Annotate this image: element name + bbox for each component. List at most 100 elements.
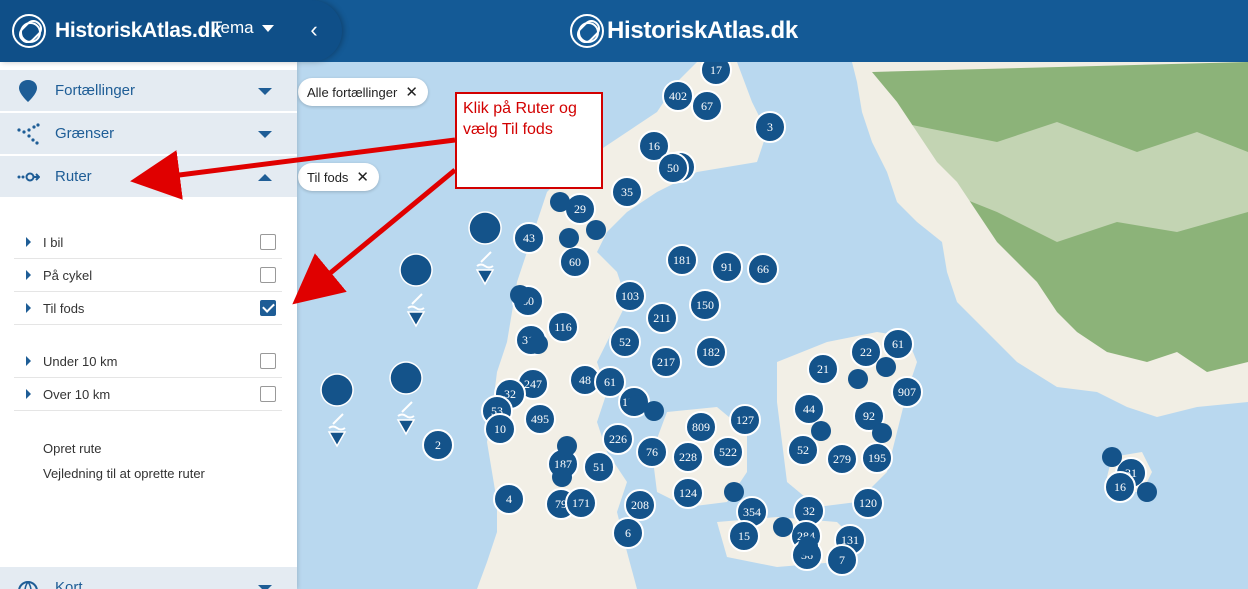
cluster-marker[interactable]: 52 — [609, 326, 641, 358]
cluster-marker[interactable]: 10 — [484, 413, 516, 445]
map-point-marker[interactable] — [550, 192, 570, 212]
section-graenser[interactable]: Grænser — [0, 113, 297, 155]
hiking-route-pin-icon[interactable] — [468, 211, 502, 286]
cluster-marker[interactable]: 52 — [787, 434, 819, 466]
cluster-marker[interactable]: 127 — [729, 404, 761, 436]
map-point-marker[interactable] — [627, 395, 647, 415]
cluster-marker[interactable]: 29 — [564, 193, 596, 225]
cluster-marker[interactable]: 171 — [565, 487, 597, 519]
checkbox-i-bil[interactable] — [260, 234, 276, 250]
map-canvas[interactable]: 1740267316409503529436018191666010315021… — [297, 62, 1248, 589]
create-route-link[interactable]: Opret rute — [43, 441, 102, 456]
map-point-marker[interactable] — [798, 536, 818, 556]
collapse-sidebar-button[interactable]: ‹ — [300, 16, 328, 46]
cluster-marker[interactable]: 208 — [624, 489, 656, 521]
cluster-marker[interactable]: 17 — [700, 62, 732, 86]
cluster-marker[interactable]: 60 — [559, 246, 591, 278]
hiking-route-pin-icon[interactable] — [320, 373, 354, 448]
route-option-paa-cykel[interactable]: På cykel — [14, 259, 282, 292]
cluster-marker[interactable]: 495 — [524, 403, 556, 435]
cluster-marker[interactable]: 279 — [826, 443, 858, 475]
cluster-marker[interactable]: 50 — [657, 152, 689, 184]
section-ruter[interactable]: Ruter — [0, 156, 297, 198]
cluster-marker[interactable]: 6 — [612, 517, 644, 549]
map-point-marker[interactable] — [557, 436, 577, 456]
cluster-marker[interactable]: 2 — [422, 429, 454, 461]
cluster-marker[interactable]: 522 — [712, 436, 744, 468]
cluster-marker[interactable]: 116 — [547, 311, 579, 343]
section-kort[interactable]: Kort — [0, 567, 297, 589]
cluster-marker[interactable]: 217 — [650, 346, 682, 378]
filter-chip-til-fods[interactable]: Til fods ✕ — [298, 163, 379, 191]
map-point-marker[interactable] — [644, 401, 664, 421]
filter-chip-alle-fortaellinger[interactable]: Alle fortællinger ✕ — [298, 78, 428, 106]
cluster-marker[interactable]: 181 — [666, 244, 698, 276]
map-point-marker[interactable] — [552, 467, 572, 487]
cluster-marker[interactable]: 226 — [602, 423, 634, 455]
cluster-marker[interactable]: 35 — [611, 176, 643, 208]
close-icon[interactable]: ✕ — [405, 83, 418, 101]
tema-dropdown[interactable]: Tema — [212, 18, 274, 38]
map-point-marker[interactable] — [773, 517, 793, 537]
route-guide-link[interactable]: Vejledning til at oprette ruter — [43, 466, 205, 481]
cluster-marker[interactable]: 15 — [728, 520, 760, 552]
close-icon[interactable]: ✕ — [356, 168, 369, 186]
map-point-marker[interactable] — [848, 369, 868, 389]
map-point-marker[interactable] — [559, 228, 579, 248]
map-point-marker[interactable] — [872, 423, 892, 443]
expand-arrow-icon[interactable] — [26, 389, 31, 399]
checkbox-over-10km[interactable] — [260, 386, 276, 402]
expand-arrow-icon[interactable] — [26, 303, 31, 313]
route-option-over-10km[interactable]: Over 10 km — [14, 378, 282, 411]
cluster-marker[interactable]: 43 — [513, 222, 545, 254]
cluster-marker[interactable]: 124 — [672, 477, 704, 509]
cluster-marker[interactable]: 211 — [646, 302, 678, 334]
cluster-marker[interactable]: 16 — [1104, 471, 1136, 503]
cluster-marker[interactable]: 182 — [695, 336, 727, 368]
cluster-marker[interactable]: 91 — [711, 251, 743, 283]
map-point-marker[interactable] — [1137, 482, 1157, 502]
cluster-count: 67 — [701, 99, 713, 113]
expand-arrow-icon[interactable] — [26, 237, 31, 247]
cluster-marker[interactable]: 120 — [852, 487, 884, 519]
cluster-marker[interactable]: 195 — [861, 442, 893, 474]
map-point-marker[interactable] — [811, 421, 831, 441]
cluster-marker[interactable]: 51 — [583, 451, 615, 483]
checkbox-til-fods[interactable] — [260, 300, 276, 316]
route-option-i-bil[interactable]: I bil — [14, 226, 282, 259]
checkbox-under-10km[interactable] — [260, 353, 276, 369]
cluster-marker[interactable]: 4 — [493, 483, 525, 515]
cluster-marker[interactable]: 809 — [685, 411, 717, 443]
cluster-marker[interactable]: 22 — [850, 336, 882, 368]
map-point-marker[interactable] — [724, 482, 744, 502]
cluster-marker[interactable]: 66 — [747, 253, 779, 285]
map-point-marker[interactable] — [528, 334, 548, 354]
map-point-marker[interactable] — [1102, 447, 1122, 467]
expand-arrow-icon[interactable] — [26, 356, 31, 366]
section-fortaellinger[interactable]: Fortællinger — [0, 70, 297, 112]
hiking-route-pin-icon[interactable] — [399, 253, 433, 328]
map-point-marker[interactable] — [876, 357, 896, 377]
map-point-marker[interactable] — [510, 285, 530, 305]
cluster-marker[interactable]: 76 — [636, 436, 668, 468]
cluster-marker[interactable]: 907 — [891, 376, 923, 408]
cluster-marker[interactable]: 150 — [689, 289, 721, 321]
route-option-til-fods[interactable]: Til fods — [14, 292, 282, 325]
cluster-marker[interactable]: 7 — [826, 544, 858, 576]
brand-center[interactable]: HistoriskAtlas.dk — [607, 17, 798, 45]
expand-arrow-icon[interactable] — [26, 270, 31, 280]
cluster-marker[interactable]: 402 — [662, 80, 694, 112]
brand-left[interactable]: HistoriskAtlas.dk — [55, 19, 222, 43]
checkbox-paa-cykel[interactable] — [260, 267, 276, 283]
cluster-marker[interactable]: 228 — [672, 441, 704, 473]
cluster-marker[interactable]: 61 — [594, 366, 626, 398]
cluster-marker[interactable]: 103 — [614, 280, 646, 312]
map-point-marker[interactable] — [586, 220, 606, 240]
route-option-under-10km[interactable]: Under 10 km — [14, 345, 282, 378]
cluster-marker[interactable]: 3 — [754, 111, 786, 143]
cluster-marker[interactable]: 44 — [793, 393, 825, 425]
cluster-marker[interactable]: 21 — [807, 353, 839, 385]
hiking-route-pin-icon[interactable] — [389, 361, 423, 436]
cluster-marker[interactable]: 67 — [691, 90, 723, 122]
cluster-marker[interactable]: 61 — [882, 328, 914, 360]
